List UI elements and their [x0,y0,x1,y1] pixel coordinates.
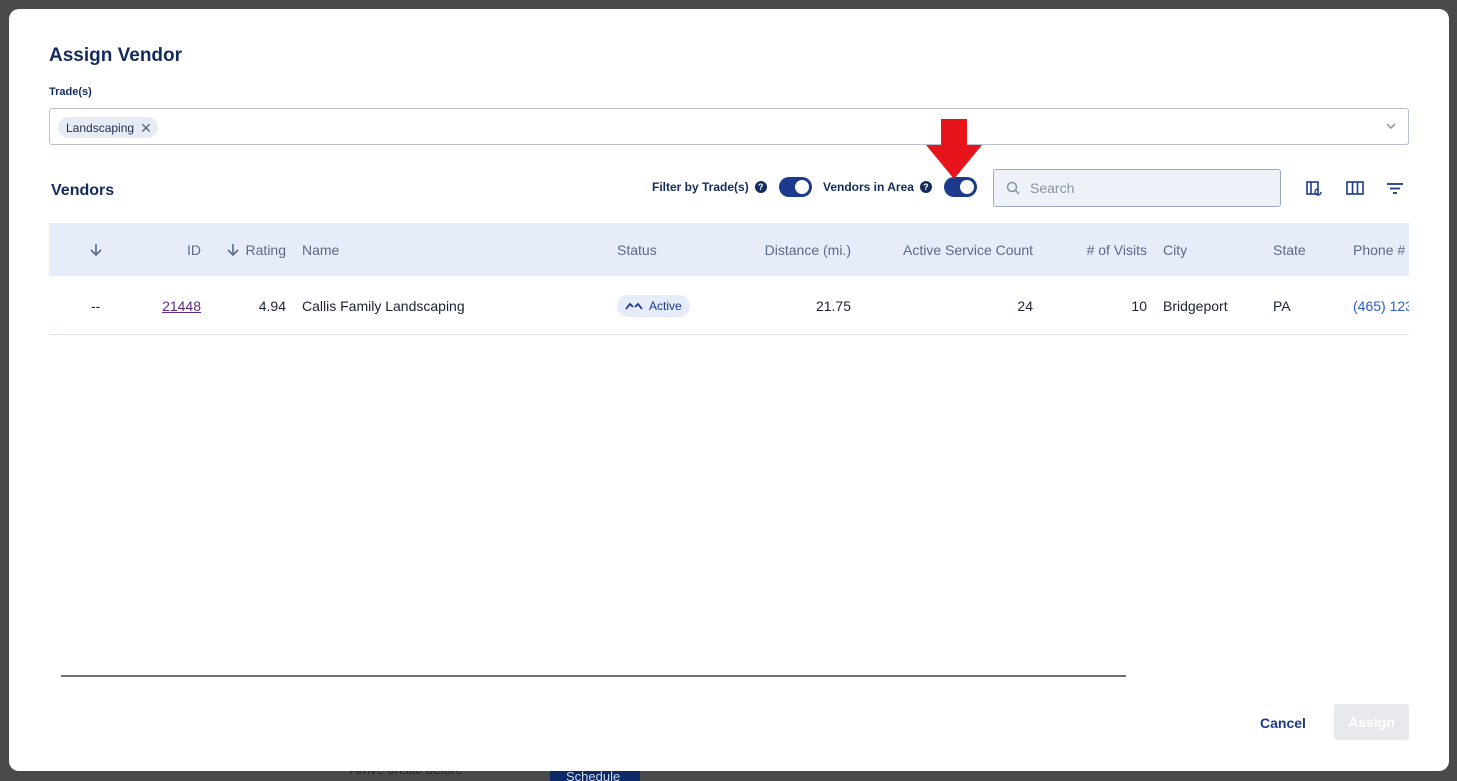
trades-multiselect[interactable]: Landscaping ✕ [49,108,1409,145]
vendor-city: Bridgeport [1163,297,1228,314]
search-input[interactable] [1030,180,1260,196]
vendor-status: Active [617,276,690,334]
column-header-rating-label: Rating [245,241,286,258]
vendor-visits: 10 [1131,297,1147,314]
column-header-visits[interactable]: # of Visits [1059,223,1147,276]
vendors-title: Vendors [51,182,115,199]
vendor-rating: 4.94 [258,297,286,314]
search-icon [1006,181,1020,195]
chevron-down-icon[interactable] [1384,119,1398,133]
column-header-id[interactable]: ID [149,223,201,276]
column-header-distance[interactable]: Distance (mi.) [749,223,851,276]
sort-icon[interactable] [89,223,109,276]
status-badge: Active [617,294,690,317]
red-arrow-annotation-icon [926,119,982,179]
table-header: ID Rating Name Status Distance (mi.) Act… [49,223,1409,276]
trade-chip: Landscaping ✕ [58,117,158,138]
remove-chip-icon[interactable]: ✕ [140,121,152,135]
vendors-in-area-toggle-group: Vendors in Area ? [823,177,977,197]
vendor-id[interactable]: 21448 [162,298,201,314]
help-icon[interactable]: ? [754,181,767,193]
vendor-phone[interactable]: (465) 123 [1353,276,1409,334]
sort-desc-icon [226,243,239,256]
filter-icon[interactable] [1386,179,1404,197]
filter-by-trades-toggle-group: Filter by Trade(s) ? [652,177,812,197]
modal-title: Assign Vendor [49,45,183,66]
column-header-phone[interactable]: Phone # [1353,223,1405,276]
assign-button[interactable]: Assign [1334,704,1409,740]
columns-icon[interactable] [1346,179,1364,197]
phone-link[interactable]: (465) 123 [1353,298,1409,314]
switch-knob [794,180,809,194]
vendors-in-area-label: Vendors in Area [823,180,914,194]
vendor-id-link[interactable]: 21448 [149,276,201,334]
help-icon[interactable]: ? [919,181,932,193]
status-label: Active [649,298,682,313]
column-reset-icon[interactable] [1306,179,1324,197]
filter-by-trades-switch[interactable] [778,177,812,197]
column-header-name[interactable]: Name [302,223,339,276]
column-header-status[interactable]: Status [617,223,657,276]
vendor-distance: 21.75 [815,297,851,314]
filter-by-trades-label: Filter by Trade(s) [652,180,749,194]
search-box [993,169,1281,207]
vendor-state: PA [1273,297,1291,314]
row-select[interactable]: -- [91,276,100,334]
column-header-city[interactable]: City [1163,223,1187,276]
switch-knob [959,180,974,194]
column-header-state[interactable]: State [1273,223,1306,276]
column-header-rating[interactable]: Rating [217,223,286,276]
trades-label: Trade(s) [49,86,92,98]
vendor-active-service-count: 24 [1017,297,1033,314]
trade-chip-label: Landscaping [66,120,135,135]
cancel-button[interactable]: Cancel [1249,709,1317,737]
table-row[interactable]: -- 21448 4.94 Callis Family Landscaping … [49,276,1409,335]
vendor-name: Callis Family Landscaping [302,297,465,314]
scrollbar-track[interactable] [61,675,1126,677]
assign-vendor-modal: Assign Vendor Trade(s) Landscaping ✕ Ven… [9,9,1449,771]
column-header-active-service-count[interactable]: Active Service Count [879,223,1033,276]
active-status-icon [625,302,643,310]
vendors-in-area-switch[interactable] [943,177,977,197]
